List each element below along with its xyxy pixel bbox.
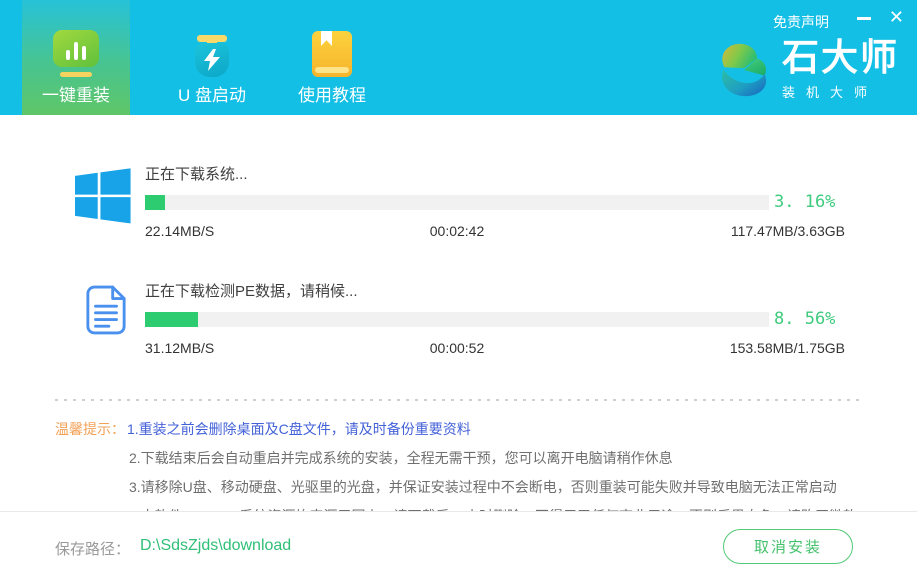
tab-label: 使用教程 (298, 87, 366, 105)
progress-fill (145, 312, 198, 327)
download-elapsed: 00:00:52 (145, 340, 769, 356)
progress-percent: 3. 16% (769, 192, 845, 212)
tab-usb-boot[interactable]: U 盘启动 (158, 0, 266, 115)
tip-item-1: 1.重装之前会删除桌面及C盘文件，请及时备份重要资料 (127, 421, 471, 438)
tip-item-2: 2.下载结束后会自动重启并完成系统的安装，全程无需干预，您可以离开电脑请稍作休息 (129, 450, 862, 467)
brand-name: 石大师 (782, 38, 899, 78)
tab-one-click-reinstall[interactable]: 一键重装 (22, 0, 130, 115)
save-path-label: 保存路径： (55, 538, 130, 559)
tip-item-3: 3.请移除U盘、移动硬盘、光驱里的光盘，并保证安装过程中不会断电，否则重装可能失… (129, 479, 862, 496)
main-content: 正在下载系统... 3. 16% 22.14MB/S 00:02:42 117.… (0, 115, 917, 542)
tab-label: U 盘启动 (178, 87, 246, 105)
brand-logo: 石大师 装机大师 (716, 38, 899, 101)
app-window: 一键重装 U 盘启动 (0, 0, 917, 579)
download-row-pe: 正在下载检测PE数据，请稍候... 8. 56% 31.12MB/S 00:00… (145, 240, 845, 357)
footer-bar: 保存路径： D:\SdsZjds\download 取消安装 (0, 511, 917, 579)
document-icon (85, 285, 127, 335)
cancel-install-button[interactable]: 取消安装 (723, 529, 853, 564)
usb-boot-icon (195, 15, 229, 77)
tab-label: 一键重装 (42, 87, 110, 105)
download-size: 117.47MB/3.63GB (731, 223, 845, 239)
progress-bar-system (145, 195, 769, 210)
brand-mark-icon (716, 39, 772, 101)
brand-subtitle: 装机大师 (782, 82, 899, 101)
download-title: 正在下载检测PE数据，请稍候... (145, 280, 845, 301)
progress-percent: 8. 56% (769, 309, 845, 329)
tutorial-book-icon (312, 15, 352, 77)
header-bar: 一键重装 U 盘启动 (0, 0, 917, 115)
download-title: 正在下载系统... (145, 163, 845, 184)
windows-logo-icon (75, 168, 131, 224)
disclaimer-link[interactable]: 免责声明 (773, 12, 829, 32)
save-path-value: D:\SdsZjds\download (140, 537, 291, 555)
dotted-divider (55, 399, 862, 401)
reinstall-chart-icon (53, 15, 99, 77)
close-button[interactable]: ✕ (889, 6, 904, 28)
minimize-button[interactable] (855, 8, 873, 28)
lightning-bolt-icon (203, 49, 221, 71)
tab-tutorial[interactable]: 使用教程 (278, 0, 386, 115)
progress-bar-pe (145, 312, 769, 327)
download-elapsed: 00:02:42 (145, 223, 769, 239)
download-row-system: 正在下载系统... 3. 16% 22.14MB/S 00:02:42 117.… (145, 115, 845, 240)
download-size: 153.58MB/1.75GB (730, 340, 845, 356)
nav-tabs: 一键重装 U 盘启动 (22, 0, 386, 115)
tips-title: 温馨提示： (55, 421, 125, 438)
progress-fill (145, 195, 165, 210)
